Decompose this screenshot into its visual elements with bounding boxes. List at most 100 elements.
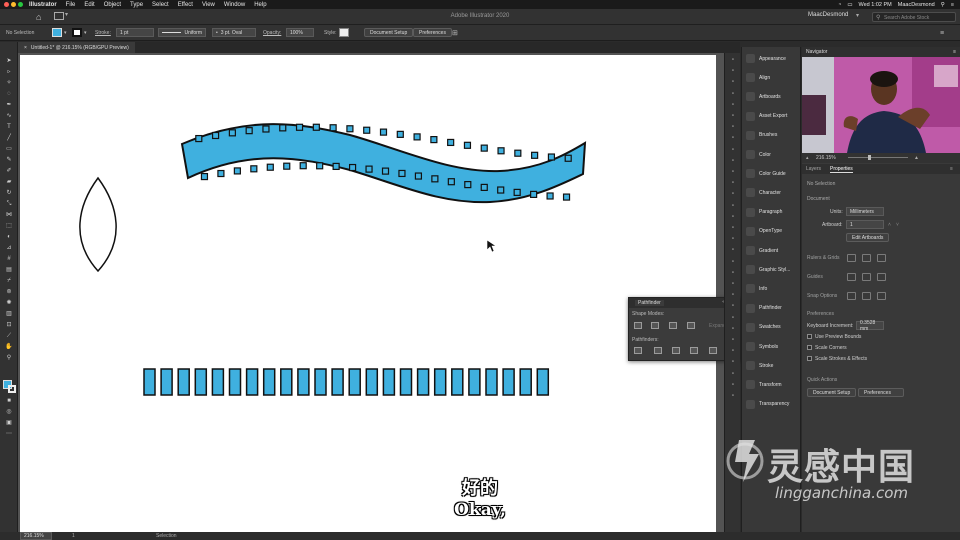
rectangle-shape[interactable] xyxy=(416,368,430,396)
zoom-in-icon[interactable]: ▲ xyxy=(914,153,919,163)
edit-artboards-button[interactable]: Edit Artboards xyxy=(846,233,890,242)
rotate-tool-icon[interactable]: ↻ xyxy=(5,190,13,197)
artboard-number[interactable]: 1 xyxy=(72,533,75,539)
dock-tool-icon[interactable]: ▫ xyxy=(729,281,737,288)
dock-tool-icon[interactable]: ▫ xyxy=(729,79,737,86)
panel-item-align[interactable]: Align xyxy=(742,68,802,87)
menu-effect[interactable]: Effect xyxy=(178,2,193,8)
menu-edit[interactable]: Edit xyxy=(84,2,94,8)
divide-icon[interactable] xyxy=(634,347,642,354)
rectangle-shape[interactable] xyxy=(297,368,310,396)
dock-tool-icon[interactable]: ▫ xyxy=(729,315,737,322)
snap-to-grid-icon[interactable] xyxy=(862,292,871,300)
clock[interactable]: Wed 1:02 PM xyxy=(859,2,892,8)
pen-tool-icon[interactable]: ✒ xyxy=(5,102,13,109)
close-icon[interactable]: × xyxy=(24,45,27,51)
dock-tool-icon[interactable]: ▫ xyxy=(729,191,737,198)
rectangle-shape[interactable] xyxy=(433,368,447,396)
pathfinder-title[interactable]: Pathfinder xyxy=(635,300,664,306)
menu-view[interactable]: View xyxy=(202,2,215,8)
panel-menu-icon[interactable]: ≡ xyxy=(940,28,944,38)
zoom-slider-handle[interactable] xyxy=(868,155,871,160)
rectangle-shape[interactable] xyxy=(331,368,344,396)
shape-builder-tool-icon[interactable]: ◐ xyxy=(5,234,13,241)
stock-search-input[interactable]: ⚲ Search Adobe Stock xyxy=(872,12,956,22)
scale-tool-icon[interactable]: ⤡ xyxy=(5,201,13,208)
rectangle-shape[interactable] xyxy=(536,368,550,396)
dock-tool-icon[interactable]: ▫ xyxy=(729,359,737,366)
slice-tool-icon[interactable]: ⟋ xyxy=(5,333,13,340)
rectangle-shape[interactable] xyxy=(365,368,379,396)
rectangle-shape[interactable] xyxy=(314,368,327,396)
chevron-up-icon[interactable]: ˄ xyxy=(888,222,891,228)
zoom-slider[interactable] xyxy=(848,157,908,158)
smart-guides-icon[interactable] xyxy=(877,273,886,281)
dock-tool-icon[interactable]: ▫ xyxy=(729,57,737,64)
dock-tool-icon[interactable]: ▫ xyxy=(729,270,737,277)
minimize-window-button[interactable] xyxy=(11,2,16,7)
dock-tool-icon[interactable]: ▫ xyxy=(729,158,737,165)
scale-corners-checkbox[interactable] xyxy=(807,345,812,350)
document-tab[interactable]: × Untitled-1* @ 216.15% (RGB/GPU Preview… xyxy=(18,42,135,53)
navigator-title[interactable]: Navigator xyxy=(806,49,827,55)
selection-tool-icon[interactable]: ➤ xyxy=(5,58,13,65)
rectangle-shape[interactable] xyxy=(348,368,361,396)
zoom-field[interactable]: 216.15% xyxy=(20,532,52,540)
curvature-tool-icon[interactable]: ∿ xyxy=(5,113,13,120)
show-guides-icon[interactable] xyxy=(847,273,856,281)
rectangle-shape[interactable] xyxy=(177,368,190,396)
trim-icon[interactable] xyxy=(654,347,662,354)
dock-tool-icon[interactable]: ▫ xyxy=(729,124,737,131)
grid-icon[interactable] xyxy=(862,254,871,262)
artboard-select[interactable]: 1 xyxy=(846,220,884,229)
rectangle-shape[interactable] xyxy=(399,368,413,396)
zoom-tool-icon[interactable]: ⚲ xyxy=(5,355,13,362)
dock-tool-icon[interactable]: ▫ xyxy=(729,247,737,254)
rectangle-shape[interactable] xyxy=(280,368,293,396)
tab-layers[interactable]: Layers xyxy=(806,166,821,172)
dock-tool-icon[interactable]: ▫ xyxy=(729,236,737,243)
dock-tool-icon[interactable]: ▫ xyxy=(729,371,737,378)
shaper-tool-icon[interactable]: ✐ xyxy=(5,168,13,175)
panel-item-color-guide[interactable]: Color Guide xyxy=(742,164,802,183)
unite-icon[interactable] xyxy=(634,322,642,329)
panel-item-transparency[interactable]: Transparency xyxy=(742,395,802,414)
navigator-header[interactable]: Navigator ≡ xyxy=(802,47,960,57)
graphic-style-swatch[interactable] xyxy=(339,28,349,37)
menu-select[interactable]: Select xyxy=(152,2,169,8)
dock-tool-icon[interactable]: ▫ xyxy=(729,214,737,221)
hand-tool-icon[interactable]: ✋ xyxy=(5,344,13,351)
opacity-field[interactable]: 100% xyxy=(286,28,314,37)
lasso-tool-icon[interactable]: ◌ xyxy=(5,91,13,98)
panel-item-swatches[interactable]: Swatches xyxy=(742,318,802,337)
panel-item-appearance[interactable]: Appearance xyxy=(742,49,802,68)
dock-tool-icon[interactable]: ▫ xyxy=(729,303,737,310)
transparency-grid-icon[interactable] xyxy=(877,254,886,262)
menu-help[interactable]: Help xyxy=(254,2,266,8)
rectangle-shape[interactable] xyxy=(468,368,481,396)
wifi-icon[interactable]: ◔ xyxy=(838,2,841,8)
rectangle-shape[interactable] xyxy=(211,368,225,396)
stroke-weight-field[interactable]: 1 pt xyxy=(116,28,154,37)
tab-properties[interactable]: Properties xyxy=(830,166,853,173)
menu-file[interactable]: File xyxy=(66,2,76,8)
panel-menu-icon[interactable]: ≡ xyxy=(953,47,956,57)
dock-tool-icon[interactable]: ▫ xyxy=(729,91,737,98)
panel-item-color[interactable]: Color xyxy=(742,145,802,164)
menu-type[interactable]: Type xyxy=(130,2,143,8)
minus-front-icon[interactable] xyxy=(651,322,659,329)
rectangle-shape[interactable] xyxy=(194,368,208,396)
menu-window[interactable]: Window xyxy=(224,2,245,8)
blend-tool-icon[interactable]: ⊚ xyxy=(5,289,13,296)
preferences-button[interactable]: Preferences xyxy=(413,28,452,37)
spotlight-icon[interactable]: ⚲ xyxy=(941,2,945,8)
keyboard-increment-field[interactable]: 0.3528 mm xyxy=(856,320,884,332)
dock-tool-icon[interactable]: ▫ xyxy=(729,259,737,266)
panel-item-pathfinder[interactable]: Pathfinder xyxy=(742,299,802,318)
panel-menu-icon[interactable]: ≡ xyxy=(950,166,953,172)
rectangle-shape[interactable] xyxy=(485,368,498,396)
artboard-tool-icon[interactable]: ⊡ xyxy=(5,322,13,329)
workspace-user[interactable]: MaacDesmond xyxy=(808,12,848,18)
dock-tool-icon[interactable]: ▫ xyxy=(729,337,737,344)
pathfinder-header[interactable]: Pathfinder « ≡ xyxy=(629,298,739,308)
